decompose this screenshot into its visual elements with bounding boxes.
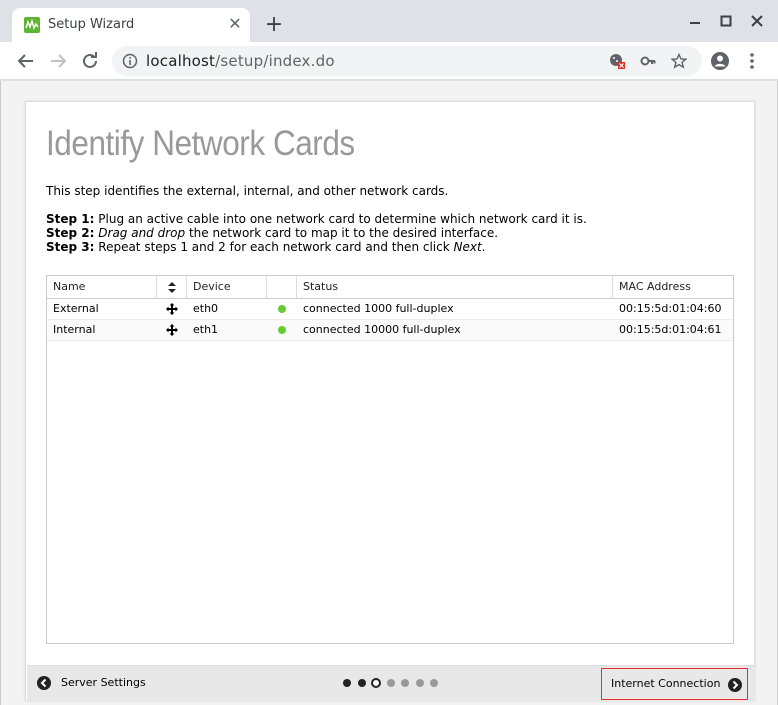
cell-name: Internal	[53, 323, 96, 336]
table-row[interactable]: Internal eth1 connected 10000 full-duple…	[47, 320, 733, 341]
next-step-label: Internet Connection	[611, 677, 721, 690]
page-title: Identify Network Cards	[46, 124, 355, 163]
cell-mac: 00:15:5d:01:04:60	[619, 302, 722, 315]
key-icon[interactable]	[640, 53, 656, 69]
profile-avatar-icon[interactable]	[710, 51, 730, 71]
favicon-icon	[24, 17, 40, 33]
progress-dot-6	[415, 679, 424, 687]
progress-dot-3	[371, 678, 381, 688]
window-close-icon[interactable]	[745, 10, 769, 34]
reload-icon[interactable]	[78, 49, 102, 73]
step-progress-dots	[343, 678, 443, 689]
cell-status: connected 10000 full-duplex	[303, 323, 461, 336]
intro-text: This step identifies the external, inter…	[46, 184, 449, 198]
new-tab-icon[interactable]: +	[262, 14, 286, 38]
browser-titlebar: Setup Wizard ✕ +	[0, 0, 778, 42]
chevron-right-circle-icon	[728, 678, 742, 692]
cookie-blocked-icon[interactable]	[609, 53, 625, 69]
tab-close-icon[interactable]: ✕	[225, 14, 245, 34]
column-header-name[interactable]: Name	[47, 276, 157, 298]
progress-dot-1	[343, 679, 351, 687]
next-step-button[interactable]: Internet Connection	[601, 668, 748, 700]
progress-dot-2	[357, 679, 366, 687]
tab-title: Setup Wizard	[48, 17, 135, 32]
table-header: Name Device Status MAC Address	[47, 276, 733, 299]
info-icon[interactable]	[122, 53, 138, 69]
column-header-status[interactable]: Status	[297, 276, 613, 298]
window-minimize-icon[interactable]	[683, 10, 707, 34]
step-1: Step 1: Plug an active cable into one ne…	[46, 212, 587, 226]
url-text[interactable]: localhost/setup/index.do	[146, 52, 335, 70]
column-header-sort[interactable]	[157, 276, 187, 298]
chevron-left-circle-icon	[37, 676, 51, 690]
cell-mac: 00:15:5d:01:04:61	[619, 323, 722, 336]
browser-tab[interactable]: Setup Wizard ✕	[12, 8, 250, 42]
table-row[interactable]: External eth0 connected 1000 full-duplex…	[47, 299, 733, 320]
drag-move-icon[interactable]	[166, 303, 178, 315]
window-maximize-icon[interactable]	[714, 10, 738, 34]
wizard-footer: Server Settings Internet Connection	[27, 665, 755, 701]
column-header-mac[interactable]: MAC Address	[613, 276, 733, 298]
progress-dot-4	[386, 679, 395, 687]
previous-step-label: Server Settings	[61, 676, 146, 689]
bookmark-star-icon[interactable]	[670, 52, 688, 69]
drag-move-icon[interactable]	[166, 324, 178, 336]
status-led-icon	[278, 305, 286, 313]
sort-icon	[167, 282, 176, 293]
cell-device: eth0	[193, 302, 219, 315]
network-cards-table: Name Device Status MAC Address External …	[46, 275, 734, 644]
column-header-device[interactable]: Device	[187, 276, 267, 298]
cell-name: External	[53, 302, 99, 315]
kebab-menu-icon[interactable]	[742, 51, 762, 71]
wizard-panel: Identify Network Cards This step identif…	[25, 101, 755, 701]
cell-status: connected 1000 full-duplex	[303, 302, 454, 315]
forward-arrow-icon[interactable]	[46, 49, 70, 73]
address-bar[interactable]: localhost/setup/index.do	[112, 46, 702, 76]
step-2: Step 2: Drag and drop the network card t…	[46, 226, 499, 240]
step-instructions: Step 1: Plug an active cable into one ne…	[46, 212, 587, 254]
status-led-icon	[278, 326, 286, 334]
cell-device: eth1	[193, 323, 219, 336]
column-header-link[interactable]	[267, 276, 297, 298]
progress-dot-7	[430, 679, 438, 687]
browser-toolbar: localhost/setup/index.do	[0, 42, 778, 80]
progress-dot-5	[401, 679, 409, 687]
step-3: Step 3: Repeat steps 1 and 2 for each ne…	[46, 240, 486, 254]
back-arrow-icon[interactable]	[14, 49, 38, 73]
page-viewport: Identify Network Cards This step identif…	[0, 81, 778, 705]
